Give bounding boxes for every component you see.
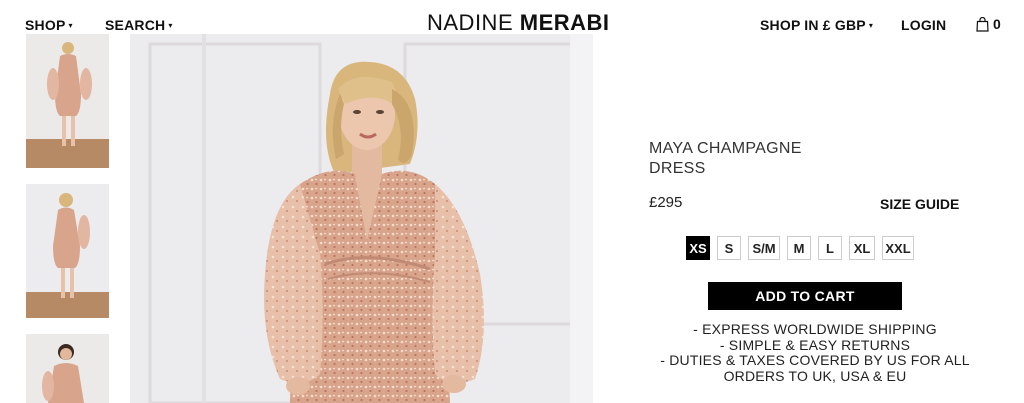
currency-selector[interactable]: SHOP IN £ GBP ▾ [760, 17, 873, 33]
chevron-down-icon: ▾ [868, 21, 874, 30]
cart-count: 0 [993, 16, 1001, 32]
product-title: MAYA CHAMPAGNE DRESS [649, 139, 849, 179]
logo-text-bold: MERABI [519, 10, 610, 35]
chevron-down-icon: ▾ [68, 21, 73, 30]
product-price: £295 [649, 194, 683, 211]
shop-menu-label: SHOP [25, 17, 66, 33]
size-selector: XS S S/M M L XL XXL [686, 236, 914, 260]
product-main-image[interactable] [130, 34, 593, 403]
size-option-l[interactable]: L [818, 236, 842, 260]
site-header: SHOP ▾ SEARCH ▾ NADINE MERABI SHOP IN £ GB… [0, 0, 1024, 36]
site-logo[interactable]: NADINE MERABI [427, 10, 610, 36]
product-benefits: - EXPRESS WORLDWIDE SHIPPING - SIMPLE & … [655, 321, 975, 384]
size-option-xs[interactable]: XS [686, 236, 710, 260]
size-option-m[interactable]: M [787, 236, 811, 260]
thumbnail-image [26, 184, 109, 318]
benefit-line: - SIMPLE & EASY RETURNS [719, 336, 911, 353]
chevron-down-icon: ▾ [168, 21, 173, 30]
size-option-s[interactable]: S [717, 236, 741, 260]
product-title-line-1: MAYA CHAMPAGNE [649, 140, 802, 157]
thumbnail-image [26, 334, 109, 403]
product-title-line-2: DRESS [649, 160, 706, 177]
size-guide-link[interactable]: SIZE GUIDE [880, 196, 959, 212]
search-menu-label: SEARCH [105, 17, 166, 33]
size-option-xxl[interactable]: XXL [882, 236, 914, 260]
currency-label: SHOP IN £ GBP [760, 17, 866, 33]
product-photo [130, 34, 593, 403]
login-link[interactable]: LOGIN [901, 17, 946, 33]
shopping-bag-icon [976, 16, 989, 32]
product-thumbnail-1[interactable] [26, 34, 109, 168]
thumbnail-image [26, 34, 109, 168]
benefit-line: - EXPRESS WORLDWIDE SHIPPING [693, 321, 937, 337]
logo-text-light: NADINE [427, 10, 520, 35]
product-thumbnail-3[interactable] [26, 334, 109, 403]
size-option-sm[interactable]: S/M [748, 236, 780, 260]
add-to-cart-button[interactable]: ADD TO CART [708, 282, 902, 310]
product-thumbnail-2[interactable] [26, 184, 109, 318]
search-menu[interactable]: SEARCH ▾ [105, 17, 173, 33]
benefit-line: ORDERS TO UK, USA & EU [723, 367, 907, 384]
shop-menu[interactable]: SHOP ▾ [25, 17, 73, 33]
size-option-xl[interactable]: XL [849, 236, 875, 260]
cart-button[interactable]: 0 [976, 16, 1001, 32]
benefit-line: - DUTIES & TAXES COVERED BY US FOR ALL [660, 352, 970, 368]
